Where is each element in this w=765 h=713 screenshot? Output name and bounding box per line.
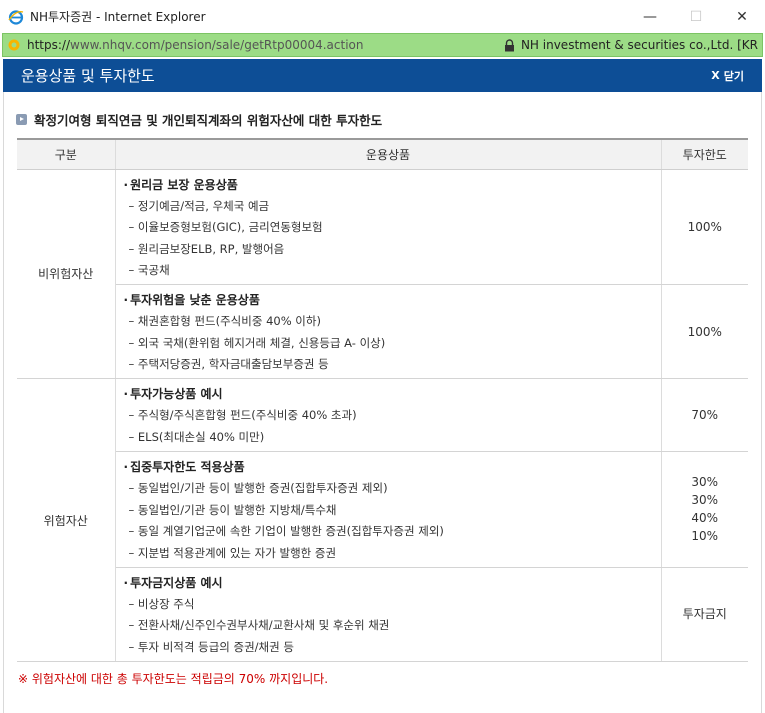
window-title: NH투자증권 - Internet Explorer <box>30 10 206 24</box>
internet-explorer-icon <box>8 9 24 25</box>
popup-close-label: 닫기 <box>723 69 744 83</box>
list-item: – 지분법 적용관계에 있는 자가 발행한 증권 <box>128 545 337 560</box>
section-heading: 확정기여형 퇴직연금 및 개인퇴직계좌의 위험자산에 대한 투자한도 <box>16 110 382 129</box>
close-icon: X <box>711 69 720 82</box>
list-item: – ELS(최대손실 40% 미만) <box>128 430 265 445</box>
popup-header: 운용상품 및 투자한도 X 닫기 <box>3 59 762 92</box>
product-group-title: · 투자가능상품 예시 <box>123 387 223 402</box>
list-item: – 주택저당증권, 학자금대출담보부증권 등 <box>128 357 329 372</box>
limit-value: 70% <box>691 408 719 423</box>
product-cell: · 원리금 보장 운용상품 – 정기예금/적금, 우체국 예금 – 이율보증형보험… <box>115 169 662 286</box>
address-bar[interactable]: https://www.nhqv.com/pension/sale/getRtp… <box>2 33 763 57</box>
limit-value: 100% <box>687 324 722 339</box>
limit-value: 투자금지 <box>682 607 727 622</box>
category-cell: 비위험자산 <box>17 169 116 380</box>
limit-value: 40% <box>691 511 719 526</box>
list-item: – 외국 국채(환위험 헤지거래 체결, 신용등급 A- 이상) <box>128 335 386 350</box>
product-group-title: · 집중투자한도 적용상품 <box>123 460 245 475</box>
list-item: – 국공채 <box>128 263 170 278</box>
site-identity-text: NH investment & securities co.,Ltd. [KR <box>520 38 758 52</box>
list-item: – 동일법인/기관 등이 발행한 증권(집합투자증권 제외) <box>128 481 388 496</box>
product-group-title: · 투자위험을 낮춘 운용상품 <box>123 293 260 308</box>
limit-value: 30% <box>691 475 719 490</box>
list-item: – 원리금보장ELB, RP, 발행어음 <box>128 241 285 256</box>
url-scheme: https:// <box>27 38 71 52</box>
limit-value: 10% <box>691 529 719 544</box>
header-limit: 투자한도 <box>660 138 748 170</box>
table-row: · 투자위험을 낮춘 운용상품 – 채권혼합형 펀드(주식비중 40% 이하) –… <box>17 284 748 380</box>
site-identity[interactable]: NH investment & securities co.,Ltd. [KR <box>504 34 758 56</box>
arrow-bullet-icon <box>16 114 27 125</box>
limit-value: 100% <box>687 219 722 234</box>
list-item: – 동일 계열기업군에 속한 기업이 발행한 증권(집합투자증권 제외) <box>128 524 444 539</box>
limit-cell: 100% <box>661 284 748 380</box>
product-group-title-text: 투자가능상품 예시 <box>130 387 223 402</box>
popup-title: 운용상품 및 투자한도 <box>21 67 155 85</box>
header-category: 구분 <box>17 138 115 170</box>
product-group-title-text: 투자위험을 낮춘 운용상품 <box>130 293 260 308</box>
product-cell: · 투자금지상품 예시 – 비상장 주식 – 전환사채/신주인수권부사채/교환사채… <box>115 567 662 663</box>
lock-icon <box>504 38 515 52</box>
limit-cell: 70% <box>661 378 748 453</box>
list-item: – 동일법인/기관 등이 발행한 지방채/특수채 <box>128 502 337 517</box>
list-item: – 비상장 주식 <box>128 596 195 611</box>
product-group-title-text: 원리금 보장 운용상품 <box>130 177 238 192</box>
list-item: – 이율보증형보험(GIC), 금리연동형보험 <box>128 220 323 235</box>
limit-cell: 30% 30% 40% 10% <box>661 451 748 568</box>
table-header-row: 구분 운용상품 투자한도 <box>17 138 748 170</box>
popup-content: 확정기여형 퇴직연금 및 개인퇴직계좌의 위험자산에 대한 투자한도 구분 운용… <box>3 92 762 713</box>
list-item: – 전환사채/신주인수권부사채/교환사채 및 후순위 채권 <box>128 618 390 633</box>
limit-value: 30% <box>691 493 719 508</box>
product-group-title: · 투자금지상품 예시 <box>123 575 223 590</box>
limit-cell: 투자금지 <box>661 567 748 663</box>
window-titlebar: NH투자증권 - Internet Explorer — ☐ ✕ <box>0 0 765 33</box>
table-row: · 투자금지상품 예시 – 비상장 주식 – 전환사채/신주인수권부사채/교환사채… <box>17 567 748 663</box>
investment-limit-table: 구분 운용상품 투자한도 비위험자산 · 원리금 보장 운용상품 – 정기예금/적… <box>17 138 748 663</box>
list-item: – 주식형/주식혼합형 펀드(주식비중 40% 초과) <box>128 408 357 423</box>
url-path: www.nhqv.com/pension/sale/getRtp00004.ac… <box>70 38 364 52</box>
category-cell: 위험자산 <box>17 378 116 663</box>
table-row: 비위험자산 · 원리금 보장 운용상품 – 정기예금/적금, 우체국 예금 – 이… <box>17 169 748 380</box>
url-text[interactable]: https://www.nhqv.com/pension/sale/getRtp… <box>27 38 364 52</box>
footnote: ※ 위험자산에 대한 총 투자한도는 적립금의 70% 까지입니다. <box>18 672 329 686</box>
product-cell: · 집중투자한도 적용상품 – 동일법인/기관 등이 발행한 증권(집합투자증권 … <box>115 451 662 568</box>
product-group-title-text: 투자금지상품 예시 <box>130 575 223 590</box>
close-window-button[interactable]: ✕ <box>719 0 765 33</box>
section-title-text: 확정기여형 퇴직연금 및 개인퇴직계좌의 위험자산에 대한 투자한도 <box>34 113 383 128</box>
table-row: 위험자산 · 투자가능상품 예시 – 주식형/주식혼합형 펀드(주식비중 40% … <box>17 378 748 663</box>
maximize-button[interactable]: ☐ <box>673 0 719 33</box>
product-group-title: · 원리금 보장 운용상품 <box>123 177 238 192</box>
minimize-button[interactable]: — <box>627 0 673 33</box>
product-cell: · 투자위험을 낮춘 운용상품 – 채권혼합형 펀드(주식비중 40% 이하) –… <box>115 284 662 380</box>
list-item: – 정기예금/적금, 우체국 예금 <box>128 198 270 213</box>
list-item: – 투자 비적격 등급의 증권/채권 등 <box>128 640 294 655</box>
site-favicon-icon <box>7 38 21 52</box>
table-row: · 집중투자한도 적용상품 – 동일법인/기관 등이 발행한 증권(집합투자증권 … <box>17 451 748 568</box>
product-group-title-text: 집중투자한도 적용상품 <box>130 460 245 475</box>
list-item: – 채권혼합형 펀드(주식비중 40% 이하) <box>128 314 321 329</box>
limit-cell: 100% <box>661 169 748 286</box>
product-cell: · 투자가능상품 예시 – 주식형/주식혼합형 펀드(주식비중 40% 초과) –… <box>115 378 662 453</box>
header-product: 운용상품 <box>114 138 661 170</box>
popup-close-button[interactable]: X 닫기 <box>711 68 744 84</box>
